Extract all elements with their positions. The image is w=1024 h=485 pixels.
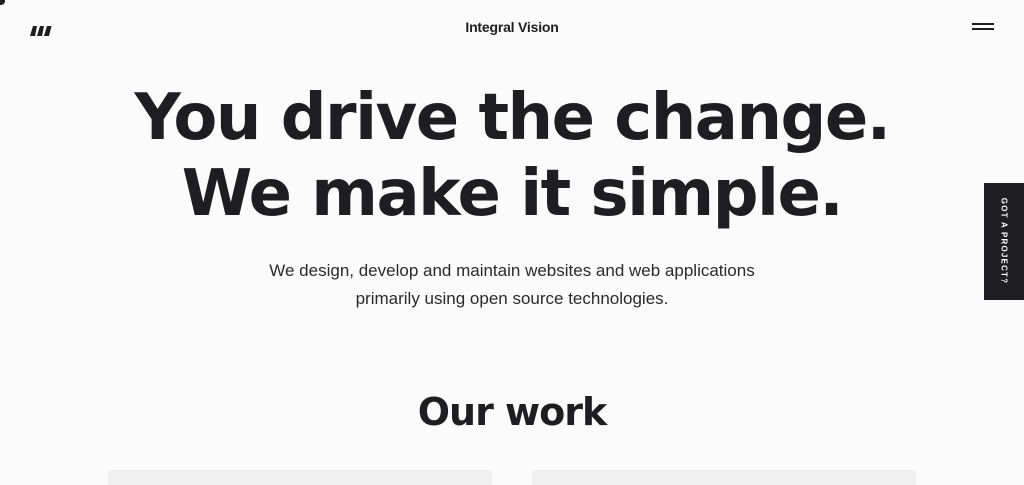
work-card[interactable] xyxy=(532,470,916,485)
menu-line xyxy=(972,23,994,25)
work-card[interactable] xyxy=(108,470,492,485)
site-header: Integral Vision xyxy=(0,0,1024,58)
intro-text-line-2: primarily using open source technologies… xyxy=(355,289,669,308)
intro-text-line-1: We design, develop and maintain websites… xyxy=(269,261,755,280)
menu-line xyxy=(972,28,994,30)
site-brand-name[interactable]: Integral Vision xyxy=(0,19,1024,35)
hero-headline-line-1: You drive the change. xyxy=(134,81,891,155)
hamburger-menu-icon[interactable] xyxy=(972,20,996,34)
our-work-heading: Our work xyxy=(417,390,608,434)
got-a-project-button[interactable]: GOT A PROJECT? xyxy=(984,183,1024,300)
hero-headline-line-2: We make it simple. xyxy=(181,157,844,231)
got-a-project-label: GOT A PROJECT? xyxy=(999,197,1009,285)
